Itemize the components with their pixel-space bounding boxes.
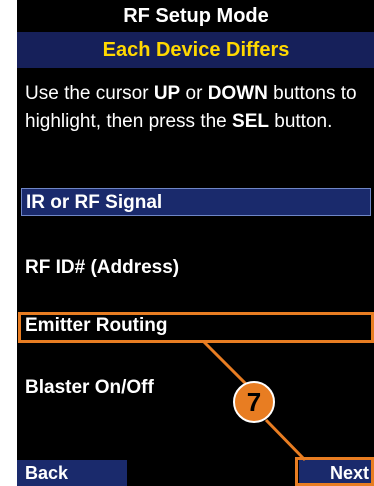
instruction-up: UP — [153, 83, 181, 104]
callout-highlight-next — [295, 457, 374, 486]
callout-number-badge: 7 — [233, 381, 275, 423]
menu-item-rf-id-address[interactable]: RF ID# (Address) — [21, 254, 371, 282]
instruction-text: Use the cursor UP or DOWN buttons to hig… — [25, 80, 365, 136]
menu-item-blaster-on-off[interactable]: Blaster On/Off — [21, 374, 371, 402]
instruction-part1: Use the cursor — [25, 83, 154, 104]
callout-highlight-emitter-routing — [18, 312, 374, 343]
instruction-down: DOWN — [207, 83, 268, 104]
device-screen: RF Setup Mode Each Device Differs Use th… — [17, 0, 374, 486]
device-frame: RF Setup Mode Each Device Differs Use th… — [0, 0, 374, 486]
screen-subtitle: Each Device Differs — [17, 32, 374, 68]
menu-item-ir-or-rf-signal[interactable]: IR or RF Signal — [21, 188, 371, 216]
instruction-sel: SEL — [232, 111, 269, 132]
screen-title: RF Setup Mode — [17, 0, 374, 32]
instruction-part3: button. — [268, 111, 333, 132]
instruction-or: or — [180, 83, 208, 104]
back-button[interactable]: Back — [17, 460, 127, 486]
